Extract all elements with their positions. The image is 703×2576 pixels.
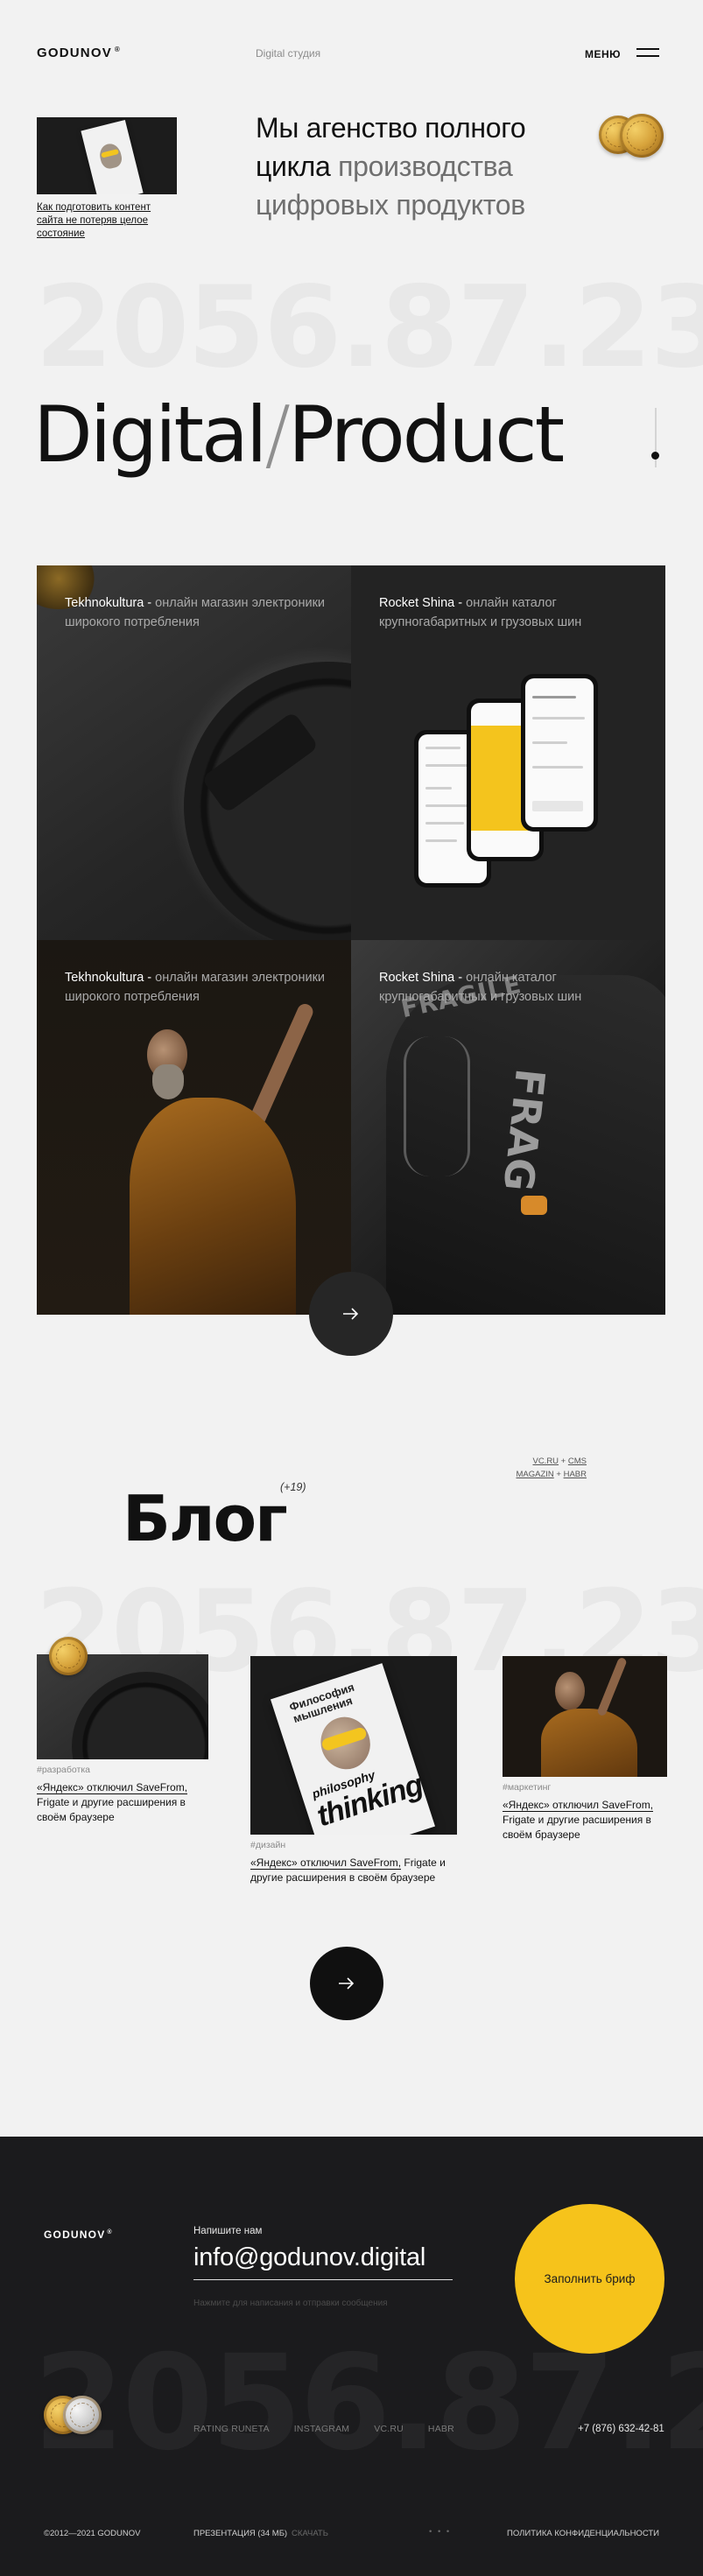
footer-link-instagram[interactable]: INSTAGRAM bbox=[294, 2424, 349, 2434]
header-tagline: Digital студия bbox=[256, 47, 321, 60]
source-link-cms[interactable]: CMS bbox=[568, 1456, 587, 1466]
copyright: ©2012—2021 GODUNOV bbox=[44, 2529, 141, 2538]
source-link-vc[interactable]: VC.RU bbox=[532, 1456, 559, 1466]
email-hint: Нажмите для написания и отправки сообщен… bbox=[193, 2299, 388, 2308]
featured-article-link[interactable]: Как подготовить контент сайта не потеряв… bbox=[37, 201, 177, 241]
phone-link[interactable]: +7 (876) 632-42-81 bbox=[578, 2424, 664, 2434]
dots-indicator: • • • bbox=[429, 2527, 452, 2537]
project-title: Rocket Shina - онлайн каталог крупногаба… bbox=[379, 596, 582, 629]
download-link[interactable]: СКАЧАТЬ bbox=[292, 2529, 328, 2538]
footer-link-vc[interactable]: VC.RU bbox=[374, 2424, 404, 2434]
footer-bottom-bar: ©2012—2021 GODUNOV ПРЕЗЕНТАЦИЯ (34 МБ) С… bbox=[44, 2527, 659, 2541]
footer-logo[interactable]: GODUNOV ® bbox=[44, 2229, 113, 2241]
projects-grid: Tekhnokultura - онлайн магазин электрони… bbox=[37, 565, 666, 1315]
blog-title: Блог bbox=[123, 1482, 288, 1555]
painting-image bbox=[121, 993, 316, 1315]
logo-text: GODUNOV bbox=[37, 46, 112, 60]
footer-link-habr[interactable]: HABR bbox=[428, 2424, 454, 2434]
post-image bbox=[503, 1656, 667, 1777]
post-title-link[interactable]: «Яндекс» отключил SaveFrom, bbox=[37, 1781, 188, 1794]
source-link-magazin[interactable]: MAGAZIN bbox=[516, 1470, 553, 1479]
source-link-habr[interactable]: HABR bbox=[564, 1470, 587, 1479]
footer-link-rating-runeta[interactable]: RATING RUNETA bbox=[193, 2424, 270, 2434]
site-header: GODUNOV ® Digital студия МЕНЮ bbox=[0, 0, 703, 105]
site-footer: 2056.87.23 GODUNOV® Напишите нам info@go… bbox=[0, 2137, 703, 2576]
coin-icon bbox=[49, 1637, 88, 1675]
blog-sources: VC.RU + CMS MAGAZIN + HABR bbox=[516, 1456, 587, 1479]
project-tile[interactable]: Tekhnokultura - онлайн магазин электрони… bbox=[37, 940, 351, 1315]
blog-next-button[interactable] bbox=[310, 1947, 383, 2020]
fill-brief-button[interactable]: Заполнить бриф bbox=[515, 2204, 664, 2354]
agency-headline: Мы агенство полного цикла производства ц… bbox=[256, 109, 588, 224]
coin-icon bbox=[63, 2396, 102, 2434]
presentation-label: ПРЕЗЕНТАЦИЯ (34 МБ) bbox=[193, 2529, 288, 2538]
coin-icon bbox=[620, 114, 664, 158]
email-link[interactable]: info@godunov.digital bbox=[193, 2243, 453, 2280]
blog-post[interactable]: Философия мышления philosophy thinking #… bbox=[250, 1656, 457, 1885]
scroll-indicator bbox=[651, 408, 659, 467]
blog-post[interactable]: #разработка «Яндекс» отключил SaveFrom, … bbox=[37, 1654, 208, 1825]
project-title: Tekhnokultura - онлайн магазин электрони… bbox=[65, 596, 326, 629]
logo[interactable]: GODUNOV ® bbox=[37, 46, 121, 60]
post-title: «Яндекс» отключил SaveFrom, Frigate и др… bbox=[503, 1799, 654, 1841]
post-title-link[interactable]: «Яндекс» отключил SaveFrom, bbox=[250, 1857, 402, 1870]
post-tag: #маркетинг bbox=[503, 1782, 552, 1793]
hero-word-right: Product bbox=[288, 390, 565, 480]
hero-word-left: Digital bbox=[33, 390, 267, 480]
menu-icon[interactable] bbox=[636, 48, 659, 59]
post-tag: #разработка bbox=[37, 1765, 90, 1775]
blog-post[interactable]: #маркетинг «Яндекс» отключил SaveFrom, F… bbox=[503, 1656, 667, 1843]
robot-vacuum-image bbox=[184, 662, 351, 940]
blog-count: (+19) bbox=[280, 1481, 306, 1493]
post-image: Философия мышления philosophy thinking bbox=[250, 1656, 457, 1835]
featured-article-card[interactable]: Как подготовить контент сайта не потеряв… bbox=[37, 117, 177, 241]
menu-label[interactable]: МЕНЮ bbox=[585, 48, 621, 60]
post-title: «Яндекс» отключил SaveFrom, Frigate и др… bbox=[37, 1781, 188, 1823]
project-title: Rocket Shina - онлайн каталог крупногаба… bbox=[379, 971, 582, 1004]
project-tile[interactable]: Rocket Shina - онлайн каталог крупногаба… bbox=[351, 565, 665, 940]
logo-mark: ® bbox=[114, 46, 122, 53]
write-us-label: Напишите нам bbox=[193, 2226, 263, 2236]
arrow-right-icon bbox=[339, 1977, 355, 1990]
decor-number: 2056.87.23 bbox=[35, 263, 703, 393]
post-title-link[interactable]: «Яндекс» отключил SaveFrom, bbox=[503, 1799, 654, 1812]
privacy-policy-link[interactable]: ПОЛИТИКА КОНФИДЕНЦИАЛЬНОСТИ bbox=[507, 2529, 659, 2538]
project-tile[interactable]: FRAGILE FRAG Rocket Shina - онлайн катал… bbox=[351, 940, 665, 1315]
post-title: «Яндекс» отключил SaveFrom, Frigate и др… bbox=[250, 1857, 446, 1884]
arrow-right-icon bbox=[343, 1308, 359, 1320]
projects-next-button[interactable] bbox=[309, 1272, 393, 1356]
hero-title: Digital/Product bbox=[33, 387, 565, 483]
phone-mockup bbox=[521, 674, 598, 832]
project-title: Tekhnokultura - онлайн магазин электрони… bbox=[65, 971, 326, 1004]
footer-links: RATING RUNETA INSTAGRAM VC.RU HABR bbox=[193, 2424, 454, 2434]
post-tag: #дизайн bbox=[250, 1840, 286, 1850]
featured-article-image bbox=[37, 117, 177, 194]
hero-slash: / bbox=[264, 390, 291, 480]
project-tile[interactable]: Tekhnokultura - онлайн магазин электрони… bbox=[37, 565, 351, 940]
